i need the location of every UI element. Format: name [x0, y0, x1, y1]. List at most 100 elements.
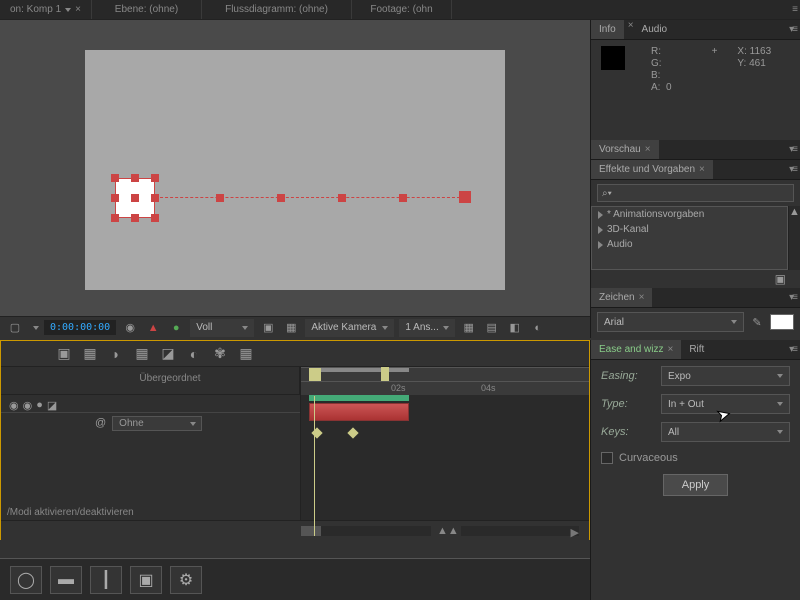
info-panel-tabs: Info× Audio ▾≡ — [591, 20, 800, 40]
close-icon[interactable]: × — [699, 164, 705, 175]
3d-icon[interactable]: ◪ — [159, 345, 177, 363]
close-icon[interactable]: × — [639, 292, 645, 303]
effects-preset-folder[interactable]: * Animationsvorgaben — [592, 207, 787, 222]
comp-flow-icon[interactable]: ◧ — [506, 319, 524, 337]
timeline-icon[interactable]: ▤ — [483, 319, 501, 337]
panel-menu-icon[interactable]: ▾≡ — [789, 344, 796, 355]
checkbox-icon[interactable] — [601, 452, 613, 464]
zoom-icon[interactable]: ▢ — [6, 319, 24, 337]
layer-switches[interactable]: ◉◉●◪ — [1, 395, 300, 413]
close-icon[interactable]: × — [75, 4, 81, 15]
snap-icon[interactable]: ▦ — [81, 345, 99, 363]
composition-viewer[interactable] — [0, 20, 590, 316]
ease-tab-label: Ease and wizz — [599, 344, 663, 355]
info-r: R: — [651, 46, 672, 58]
expand-icon[interactable]: ▬ — [50, 566, 82, 594]
video-toggle-icon[interactable]: ◉ — [9, 399, 19, 408]
h-scrollbar[interactable]: ▶ — [461, 526, 579, 536]
draft-icon[interactable]: ◐ — [185, 345, 203, 363]
audio-toggle-icon[interactable]: ◉ — [23, 399, 33, 408]
effects-search-input[interactable]: ⌕▾ — [597, 184, 794, 202]
text-color-swatch[interactable] — [770, 314, 794, 330]
panel-menu-icon[interactable]: ▾≡ — [789, 144, 796, 155]
panel-menu-icon[interactable]: ▾≡ — [789, 24, 796, 35]
cti-head[interactable] — [309, 368, 321, 382]
effects-audio-folder[interactable]: Audio — [592, 237, 787, 252]
layer-row[interactable]: @ Ohne — [1, 413, 300, 433]
panel-menu-icon[interactable]: ▾≡ — [789, 164, 796, 175]
snapshot-icon[interactable]: ◉ — [121, 319, 139, 337]
exposure-icon[interactable]: ◐ — [529, 319, 547, 337]
shape-square[interactable] — [115, 178, 155, 218]
tab-preview[interactable]: Vorschau × — [591, 140, 659, 159]
graph-editor-icon[interactable]: ▣ — [55, 345, 73, 363]
keys-dropdown[interactable]: All — [661, 422, 790, 442]
layer-bar[interactable] — [309, 403, 409, 421]
work-area-end[interactable] — [381, 367, 389, 381]
easing-dropdown[interactable]: Expo — [661, 366, 790, 386]
scrollbar[interactable]: ▲ — [788, 206, 800, 270]
close-icon[interactable]: × — [645, 144, 651, 155]
tab-audio[interactable]: Audio — [634, 20, 676, 39]
eyedropper-icon[interactable]: ✎ — [748, 313, 766, 331]
cti-line[interactable] — [314, 396, 315, 536]
brainstorm-icon[interactable]: ✾ — [211, 345, 229, 363]
zoom-slider[interactable] — [301, 526, 431, 536]
channel-icon[interactable]: ▲ — [144, 319, 162, 337]
type-label: Type: — [601, 398, 651, 410]
effects-3d-folder[interactable]: 3D-Kanal — [592, 222, 787, 237]
resolution-dropdown[interactable]: Voll — [190, 319, 254, 337]
timeline-panel: ▣ ▦ ◗ ▦ ◪ ◐ ✾ ▦ Übergeordnet ◉◉●◪ @ Ohne — [0, 340, 590, 540]
tab-info[interactable]: Info — [591, 20, 624, 39]
power-icon[interactable]: ◯ — [10, 566, 42, 594]
path-end-handle[interactable] — [459, 191, 471, 203]
parent-dropdown[interactable]: Ohne — [112, 416, 202, 431]
time-ruler[interactable]: 02s 04s — [301, 367, 589, 395]
settings-icon[interactable]: ⚙ — [170, 566, 202, 594]
canvas[interactable] — [85, 50, 505, 290]
info-y: Y: 461 — [737, 58, 771, 70]
camera-dropdown[interactable]: Aktive Kamera — [305, 319, 394, 337]
curvaceous-checkbox[interactable]: Curvaceous — [601, 452, 790, 464]
color-mgmt-icon[interactable]: ● — [167, 319, 185, 337]
info-a: A: 0 — [651, 82, 672, 94]
marker-icon[interactable]: ┃ — [90, 566, 122, 594]
solo-icon[interactable]: ● — [36, 399, 43, 408]
font-label: Arial — [604, 317, 624, 328]
tab-ease-wizz[interactable]: Ease and wizz × — [591, 340, 681, 359]
font-family-dropdown[interactable]: Arial — [597, 312, 744, 332]
apply-button[interactable]: Apply — [663, 474, 729, 496]
panel-menu-icon[interactable]: ▾≡ — [789, 292, 796, 303]
timecode[interactable]: 0:00:00:00 — [44, 320, 116, 335]
keyframe[interactable] — [347, 427, 358, 438]
selection-bar[interactable] — [309, 395, 409, 401]
ruler-tick: 04s — [481, 383, 496, 393]
layout-icon[interactable]: ▣ — [130, 566, 162, 594]
tab-layer[interactable]: Ebene: (ohne) — [92, 0, 202, 19]
character-panel-tabs: Zeichen × ▾≡ — [591, 288, 800, 308]
bottom-toolbar: ◯ ▬ ┃ ▣ ⚙ — [0, 558, 590, 600]
frame-blend-icon[interactable]: ▦ — [133, 345, 151, 363]
tab-flowchart[interactable]: Flussdiagramm: (ohne) — [202, 0, 352, 19]
roi-icon[interactable]: ▣ — [259, 319, 277, 337]
keys-label: Keys: — [601, 426, 651, 438]
lock-icon[interactable]: ◪ — [47, 399, 57, 408]
panel-menu-icon[interactable]: ≡ — [792, 4, 796, 15]
views-dropdown[interactable]: 1 Ans... — [399, 319, 454, 337]
close-icon[interactable]: × — [667, 344, 673, 355]
motion-path[interactable] — [155, 197, 460, 198]
tab-rift[interactable]: Rift — [681, 340, 712, 359]
fast-preview-icon[interactable]: ▦ — [460, 319, 478, 337]
tab-effects[interactable]: Effekte und Vorgaben × — [591, 160, 713, 179]
timeline-tracks[interactable] — [301, 395, 589, 520]
pickwhip-icon[interactable]: @ — [95, 417, 106, 429]
work-area-bar[interactable] — [309, 368, 409, 372]
motion-blur-icon[interactable]: ◗ — [107, 345, 125, 363]
grid-icon[interactable]: ▦ — [282, 319, 300, 337]
tab-footage[interactable]: Footage: (ohn — [352, 0, 452, 19]
zoom-in-icon[interactable]: ▲▲ — [437, 525, 459, 537]
tab-comp[interactable]: on: Komp 1× — [0, 0, 92, 19]
tab-character[interactable]: Zeichen × — [591, 288, 652, 307]
effects-item-label: * Animationsvorgaben — [607, 209, 704, 220]
config-icon[interactable]: ▦ — [237, 345, 255, 363]
